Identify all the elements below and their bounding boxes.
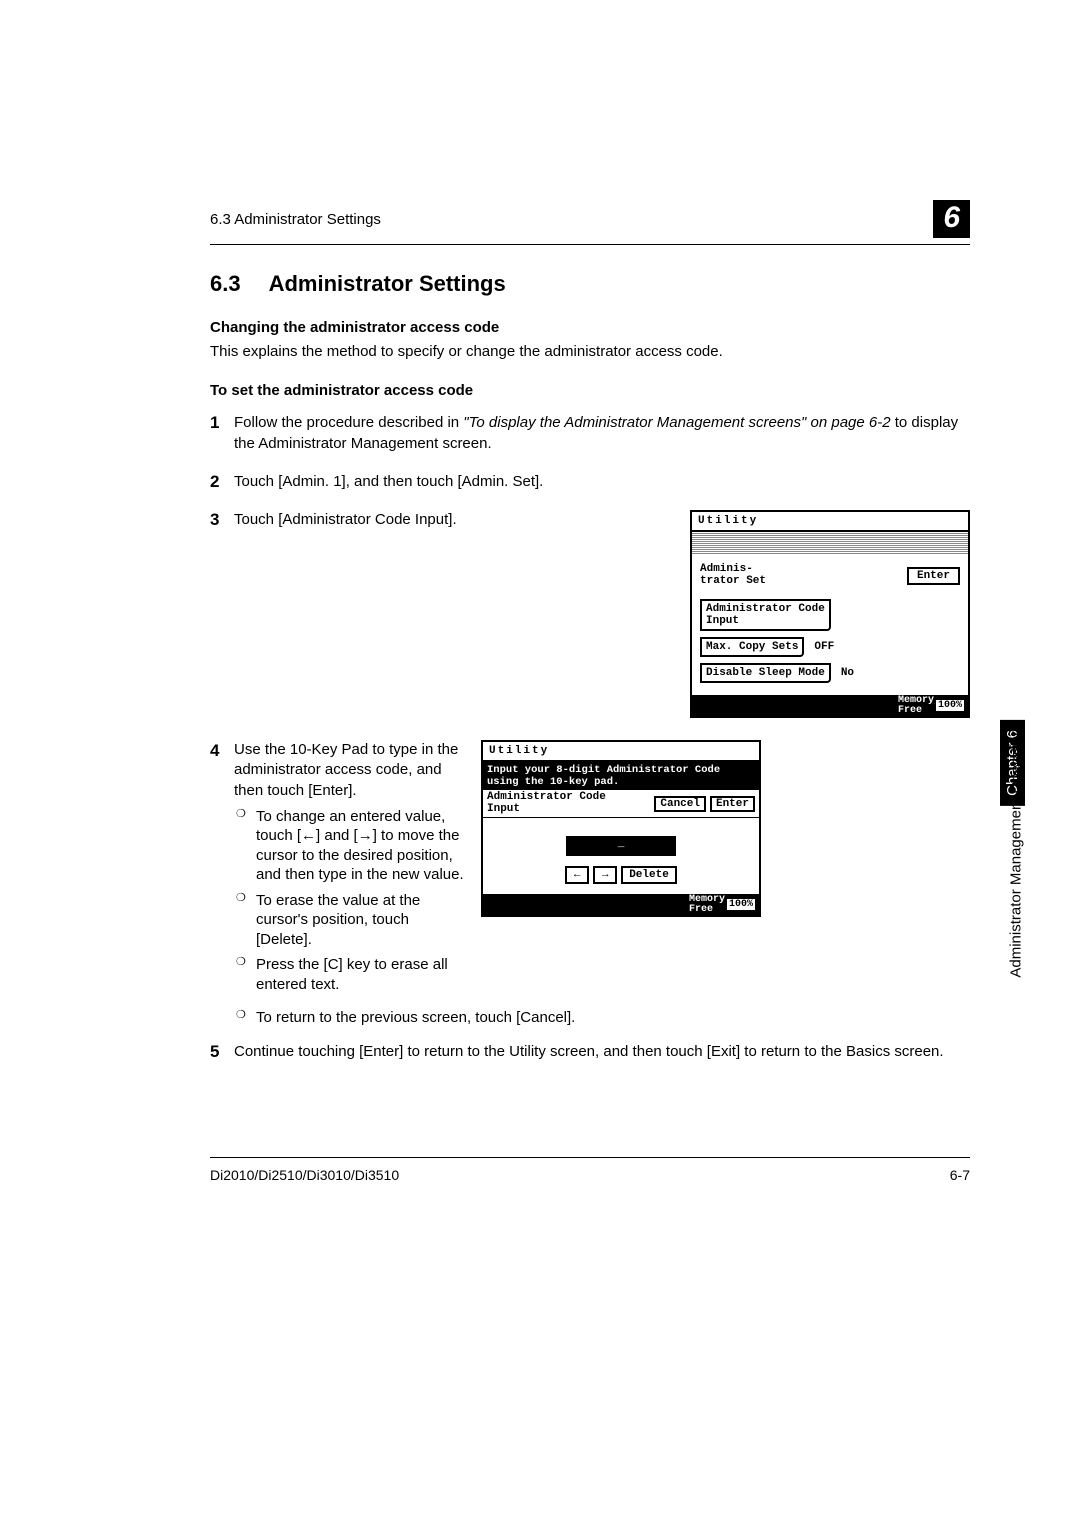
step-2: 2 Touch [Admin. 1], and then touch [Admi… (210, 472, 970, 492)
screenshot-code-input: Utility Input your 8-digit Administrator… (481, 740, 761, 917)
step-text: Touch [Administrator Code Input]. (234, 510, 674, 530)
screen-instruction: Input your 8-digit Administrator Code us… (483, 762, 759, 790)
section-title: 6.3 Administrator Settings (210, 271, 970, 297)
section-number: 6.3 (210, 271, 241, 297)
intro-paragraph: This explains the method to specify or c… (210, 342, 970, 362)
step-number: 4 (210, 740, 234, 801)
step-number: 3 (210, 510, 234, 530)
arrow-right-button[interactable]: → (593, 866, 617, 884)
running-header: 6.3 Administrator Settings (210, 211, 381, 228)
memory-free-pct: 100% (936, 700, 964, 711)
enter-button[interactable]: Enter (710, 796, 755, 812)
bullet-item: Press the [C] key to erase all entered t… (256, 955, 465, 994)
cancel-button[interactable]: Cancel (654, 796, 706, 812)
side-section-label: Administrator Management Operations (1008, 720, 1025, 978)
step-number: 5 (210, 1042, 234, 1062)
footer-page-number: 6-7 (950, 1167, 970, 1183)
screen-title: Utility (692, 512, 968, 532)
arrow-left-button[interactable]: ← (565, 866, 589, 884)
enter-button[interactable]: Enter (907, 567, 960, 585)
subheading-changing-code: Changing the administrator access code (210, 319, 970, 336)
admin-code-input-button[interactable]: Administrator Code Input (700, 599, 831, 631)
step-text: Continue touching [Enter] to return to t… (234, 1042, 970, 1062)
step-5: 5 Continue touching [Enter] to return to… (210, 1042, 970, 1062)
hatched-area (692, 532, 968, 554)
step-text: Use the 10-Key Pad to type in the admini… (234, 740, 465, 801)
disable-sleep-mode-value: No (841, 667, 854, 679)
screen-title: Utility (483, 742, 759, 762)
admin-code-input-label: Administrator Code Input (487, 792, 606, 815)
screenshot-admin-set: Utility Adminis- trator Set Enter Admini… (690, 510, 970, 718)
step-number: 1 (210, 413, 234, 454)
administrator-set-label: Adminis- trator Set (700, 564, 766, 587)
code-display: _ (566, 836, 676, 856)
section-heading-text: Administrator Settings (269, 271, 506, 296)
step-4: 4 Use the 10-Key Pad to type in the admi… (210, 740, 970, 1000)
disable-sleep-mode-button[interactable]: Disable Sleep Mode (700, 663, 831, 683)
bullet-item: To change an entered value, touch [←] an… (256, 807, 465, 885)
footer-rule (210, 1157, 970, 1158)
bullet-item: To erase the value at the cursor's posit… (256, 891, 465, 950)
step-reference: "To display the Administrator Management… (463, 414, 890, 431)
memory-free-pct: 100% (727, 899, 755, 910)
step-1: 1 Follow the procedure described in "To … (210, 413, 970, 454)
max-copy-sets-button[interactable]: Max. Copy Sets (700, 637, 804, 657)
step-text: Touch [Admin. 1], and then touch [Admin.… (234, 472, 970, 492)
header-rule (210, 244, 970, 245)
delete-button[interactable]: Delete (621, 866, 677, 884)
max-copy-sets-value: OFF (814, 641, 834, 653)
footer-model: Di2010/Di2510/Di3010/Di3510 (210, 1167, 399, 1183)
step-number: 2 (210, 472, 234, 492)
screen-footer: MemoryFree100% (692, 695, 968, 716)
chapter-badge: 6 (933, 200, 970, 238)
bullet-item: To return to the previous screen, touch … (256, 1008, 970, 1028)
subheading-to-set-code: To set the administrator access code (210, 382, 970, 399)
step-text: Follow the procedure described in (234, 414, 463, 431)
step-3: 3 Touch [Administrator Code Input]. Util… (210, 510, 970, 718)
screen-footer: MemoryFree100% (483, 894, 759, 915)
